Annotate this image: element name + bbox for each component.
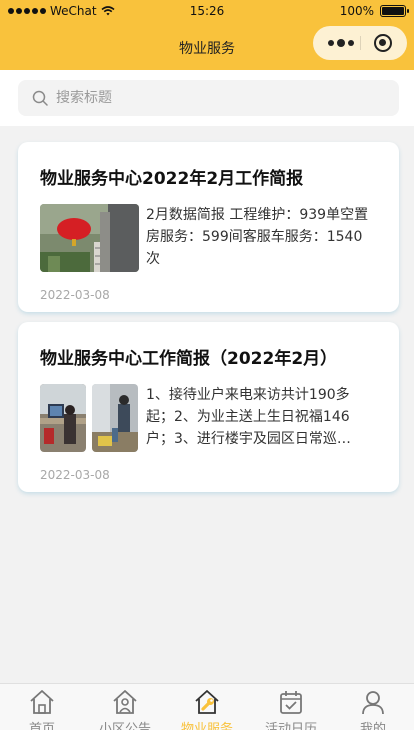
- capsule-divider: [360, 36, 361, 50]
- calendar-icon: [280, 691, 302, 714]
- wrench-icon: [195, 690, 219, 714]
- user-icon: [362, 691, 384, 715]
- article-thumbnail: [92, 384, 138, 452]
- nav-bar: 物业服务: [0, 24, 414, 70]
- article-title: 物业服务中心工作简报（2022年2月）: [40, 349, 338, 369]
- status-bar: WeChat 15:26 100%: [0, 0, 414, 24]
- article-thumbnail: [40, 204, 139, 272]
- article-card[interactable]: 物业服务中心工作简报（2022年2月） 1、接待业户来电来访共计190多起；2、…: [18, 322, 399, 492]
- article-summary: 1、接待业户来电来访共计190多起；2、为业主送上生日祝福146户；3、进行楼宇…: [146, 387, 351, 447]
- building-icon: [113, 690, 137, 714]
- tab-label: 物业服务: [180, 722, 233, 730]
- search-area: [0, 70, 414, 126]
- search-box[interactable]: [18, 80, 399, 116]
- search-icon: [32, 90, 48, 106]
- status-right: 100%: [339, 4, 409, 18]
- battery-icon: [380, 5, 409, 17]
- tab-property-service[interactable]: 物业服务: [166, 684, 248, 730]
- search-input[interactable]: [56, 80, 376, 116]
- tab-label: 活动日历: [264, 722, 317, 730]
- tab-event-calendar[interactable]: 活动日历: [250, 684, 332, 730]
- close-target-icon[interactable]: [374, 34, 392, 52]
- tab-label: 首页: [28, 722, 55, 730]
- more-menu-icon[interactable]: [328, 26, 354, 60]
- article-card[interactable]: 物业服务中心2022年2月工作简报 2月数据简报 工程维护：939单空置房服务：…: [18, 142, 399, 312]
- mini-program-capsule: [313, 26, 407, 60]
- article-date: 2022-03-08: [40, 288, 110, 302]
- tab-profile[interactable]: 我的: [332, 684, 414, 730]
- article-title: 物业服务中心2022年2月工作简报: [40, 169, 304, 189]
- battery-percent: 100%: [339, 4, 374, 18]
- tab-bar: 首页 小区公告 物业服务 活动日历 我的: [0, 683, 414, 730]
- article-date: 2022-03-08: [40, 468, 110, 482]
- tab-announcements[interactable]: 小区公告: [84, 684, 166, 730]
- article-summary: 2月数据简报 工程维护：939单空置房服务：599间客服车服务：1540次: [146, 207, 369, 267]
- tab-home[interactable]: 首页: [1, 684, 83, 730]
- home-icon: [30, 690, 54, 714]
- article-thumbnail: [40, 384, 86, 452]
- tab-label: 我的: [359, 722, 386, 730]
- tab-label: 小区公告: [98, 722, 151, 730]
